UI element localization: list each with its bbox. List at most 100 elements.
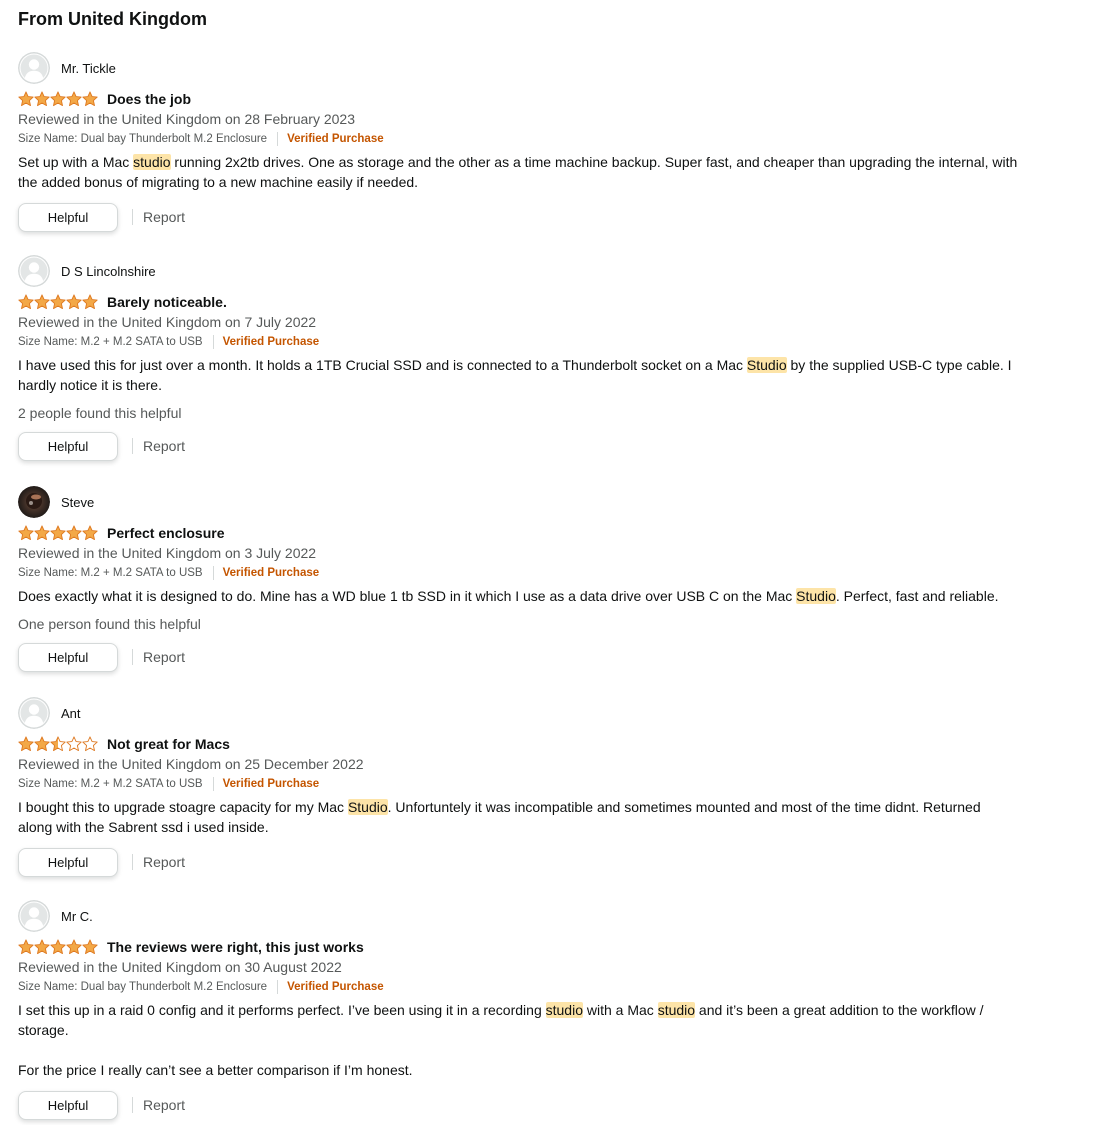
star-full-icon	[34, 525, 50, 541]
star-empty-icon	[82, 736, 98, 752]
star-half-icon	[50, 736, 66, 752]
review-title[interactable]: Barely noticeable.	[107, 292, 227, 312]
helpful-button[interactable]: Helpful	[18, 847, 118, 877]
divider	[132, 438, 133, 454]
star-rating[interactable]	[18, 91, 98, 107]
divider	[212, 335, 214, 349]
helpful-button[interactable]: Helpful	[18, 1090, 118, 1120]
review-format-row: Size Name: Dual bay Thunderbolt M.2 Encl…	[18, 978, 1018, 996]
reviewer-name[interactable]: D S Lincolnshire	[61, 262, 156, 281]
review-paragraph: Set up with a Mac studio running 2x2tb d…	[18, 152, 1018, 192]
default-avatar-icon[interactable]	[18, 697, 50, 729]
star-full-icon	[82, 294, 98, 310]
review-text: For the price I really can’t see a bette…	[18, 1062, 413, 1078]
review-item: Ant Not great for Macs Reviewed in the Uni…	[18, 697, 1018, 877]
size-name[interactable]: Size Name: Dual bay Thunderbolt M.2 Encl…	[18, 130, 267, 148]
review-item: D S Lincolnshire Barely noticeable. Review…	[18, 255, 1018, 461]
review-title-row: Perfect enclosure	[18, 523, 1018, 543]
reviewer-name[interactable]: Mr C.	[61, 907, 93, 926]
helpful-button[interactable]: Helpful	[18, 642, 118, 672]
star-full-icon	[34, 939, 50, 955]
default-avatar-icon[interactable]	[18, 52, 50, 84]
reviewer-profile[interactable]: Mr C.	[18, 900, 1018, 932]
review-item: Mr. Tickle Does the job Reviewed in the Un…	[18, 52, 1018, 232]
review-date: Reviewed in the United Kingdom on 30 Aug…	[18, 959, 342, 975]
divider	[277, 132, 279, 146]
size-name[interactable]: Size Name: M.2 + M.2 SATA to USB	[18, 333, 203, 351]
review-text: Does exactly what it is designed to do. …	[18, 588, 797, 604]
default-avatar-icon[interactable]	[18, 900, 50, 932]
star-full-icon	[66, 294, 82, 310]
size-name[interactable]: Size Name: Dual bay Thunderbolt M.2 Encl…	[18, 978, 267, 996]
review-text: Set up with a Mac	[18, 154, 134, 170]
verified-purchase-badge[interactable]: Verified Purchase	[287, 130, 384, 148]
divider	[212, 566, 214, 580]
search-highlight: studio	[657, 1002, 696, 1018]
star-rating[interactable]	[18, 525, 98, 541]
review-body: I have used this for just over a month. …	[18, 355, 1018, 395]
review-item: Mr C. The reviews were right, this just w…	[18, 900, 1018, 1120]
review-date: Reviewed in the United Kingdom on 7 July…	[18, 314, 317, 330]
review-text: I set this up in a raid 0 config and it …	[18, 1002, 546, 1018]
search-highlight: studio	[545, 1002, 583, 1018]
helpful-button[interactable]: Helpful	[18, 202, 118, 232]
default-avatar-icon[interactable]	[18, 255, 50, 287]
report-link[interactable]: Report	[143, 1095, 185, 1115]
divider	[132, 209, 133, 225]
star-full-icon	[50, 525, 66, 541]
reviewer-name[interactable]: Steve	[61, 493, 94, 512]
star-full-icon	[50, 939, 66, 955]
verified-purchase-badge[interactable]: Verified Purchase	[287, 978, 384, 996]
review-title-row: The reviews were right, this just works	[18, 937, 1018, 957]
star-full-icon	[34, 294, 50, 310]
review-date: Reviewed in the United Kingdom on 3 July…	[18, 545, 317, 561]
size-name[interactable]: Size Name: M.2 + M.2 SATA to USB	[18, 775, 203, 793]
report-link[interactable]: Report	[143, 436, 185, 456]
review-text: I have used this for just over a month. …	[18, 357, 747, 373]
helpful-button[interactable]: Helpful	[18, 431, 118, 461]
review-format-row: Size Name: Dual bay Thunderbolt M.2 Encl…	[18, 130, 1018, 148]
star-rating[interactable]	[18, 294, 98, 310]
review-format-row: Size Name: M.2 + M.2 SATA to USB Verified…	[18, 333, 1018, 351]
report-link[interactable]: Report	[143, 207, 185, 227]
reviewer-profile[interactable]: D S Lincolnshire	[18, 255, 1018, 287]
size-name[interactable]: Size Name: M.2 + M.2 SATA to USB	[18, 564, 203, 582]
review-title-row: Does the job	[18, 89, 1018, 109]
review-date: Reviewed in the United Kingdom on 25 Dec…	[18, 756, 364, 772]
star-full-icon	[66, 939, 82, 955]
review-title[interactable]: Not great for Macs	[107, 734, 230, 754]
review-title[interactable]: The reviews were right, this just works	[107, 937, 364, 957]
star-full-icon	[18, 736, 34, 752]
star-full-icon	[50, 91, 66, 107]
reviewer-profile[interactable]: Ant	[18, 697, 1018, 729]
review-actions: Helpful Report	[18, 1090, 1018, 1120]
review-body: I bought this to upgrade stoagre capacit…	[18, 797, 1018, 837]
star-full-icon	[18, 939, 34, 955]
avatar-photo-icon[interactable]	[18, 486, 50, 518]
divider	[212, 777, 214, 791]
review-title[interactable]: Perfect enclosure	[107, 523, 225, 543]
review-item: Steve Perfect enclosure Reviewed in the Un…	[18, 486, 1018, 672]
star-full-icon	[82, 939, 98, 955]
search-highlight: Studio	[347, 799, 388, 815]
divider	[277, 980, 279, 994]
reviewer-name[interactable]: Mr. Tickle	[61, 59, 116, 78]
report-link[interactable]: Report	[143, 647, 185, 667]
star-full-icon	[66, 91, 82, 107]
star-rating[interactable]	[18, 939, 98, 955]
star-rating[interactable]	[18, 736, 98, 752]
star-full-icon	[66, 525, 82, 541]
verified-purchase-badge[interactable]: Verified Purchase	[223, 775, 320, 793]
reviewer-name[interactable]: Ant	[61, 704, 81, 723]
verified-purchase-badge[interactable]: Verified Purchase	[223, 333, 320, 351]
search-highlight: Studio	[796, 588, 836, 604]
divider	[132, 1097, 133, 1113]
report-link[interactable]: Report	[143, 852, 185, 872]
verified-purchase-badge[interactable]: Verified Purchase	[223, 564, 320, 582]
review-format-row: Size Name: M.2 + M.2 SATA to USB Verified…	[18, 775, 1018, 793]
star-full-icon	[50, 294, 66, 310]
reviewer-profile[interactable]: Steve	[18, 486, 1018, 518]
review-title[interactable]: Does the job	[107, 89, 191, 109]
reviewer-profile[interactable]: Mr. Tickle	[18, 52, 1018, 84]
review-body: Set up with a Mac studio running 2x2tb d…	[18, 152, 1018, 192]
